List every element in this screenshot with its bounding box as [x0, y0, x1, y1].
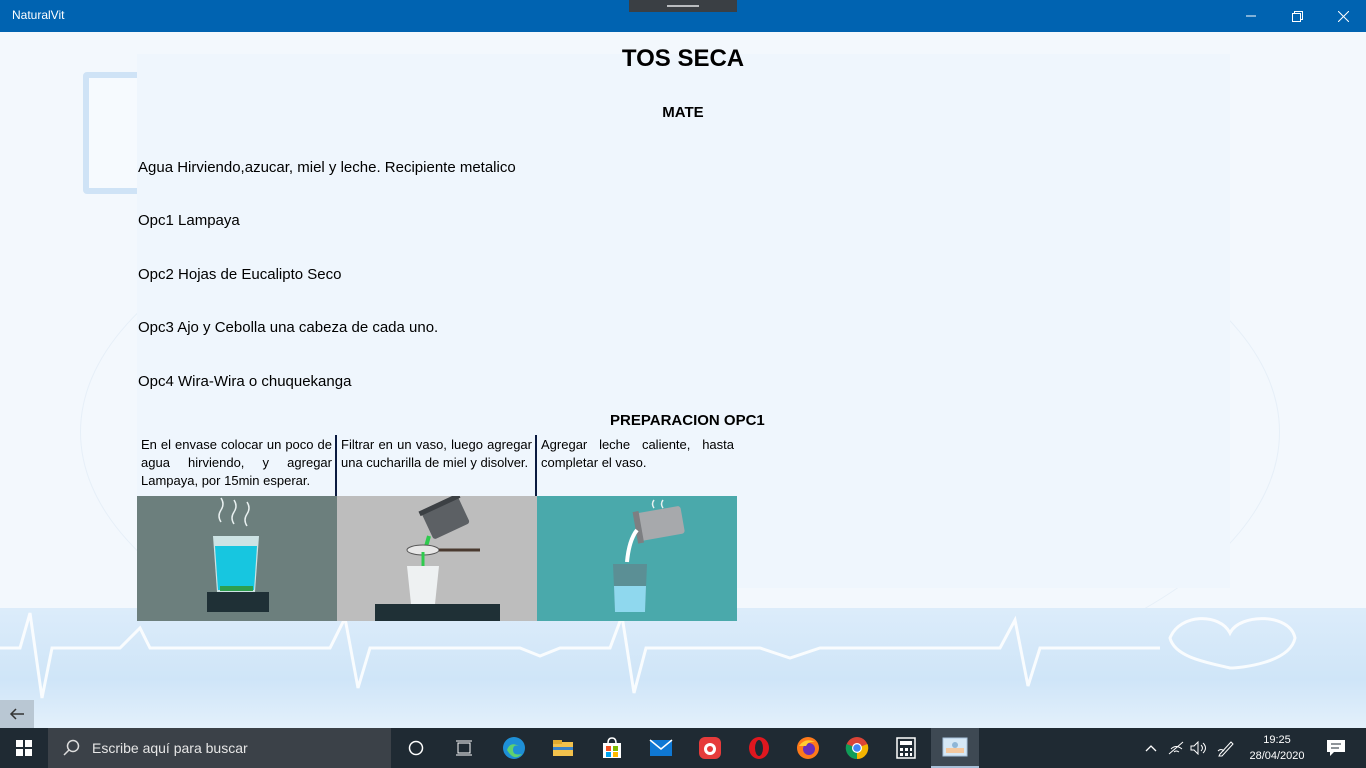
taskbar: Escribe aquí para buscar 19:25 28/04/202… — [0, 728, 1366, 768]
naturalvit-app-icon — [942, 737, 968, 757]
network-icon — [1168, 741, 1184, 755]
taskbar-app-naturalvit[interactable] — [931, 728, 979, 768]
preparation-title: PREPARACION OPC1 — [610, 412, 765, 429]
back-button[interactable] — [0, 700, 34, 728]
pen-workspace-button[interactable] — [1214, 728, 1238, 768]
start-button[interactable] — [0, 728, 48, 768]
section-title: MATE — [662, 104, 704, 121]
firefox-icon — [797, 737, 819, 759]
notification-icon — [1327, 740, 1345, 756]
taskbar-app-chrome[interactable] — [833, 728, 881, 768]
heartbeat-line-icon — [0, 610, 1297, 699]
back-arrow-icon — [9, 708, 24, 720]
taskbar-app-firefox[interactable] — [784, 728, 832, 768]
app-title: NaturalVit — [12, 8, 65, 22]
show-hidden-icons-button[interactable] — [1140, 728, 1162, 768]
action-center-button[interactable] — [1318, 728, 1354, 768]
volume-icon — [1190, 741, 1206, 755]
chevron-up-icon — [1145, 745, 1157, 752]
taskbar-app-opera[interactable] — [735, 728, 783, 768]
taskbar-app-red[interactable] — [686, 728, 734, 768]
app-red-icon — [699, 737, 721, 759]
ingredient-line: Opc1 Lampaya — [138, 212, 240, 229]
restore-icon — [1291, 10, 1303, 22]
page-title: TOS SECA — [621, 45, 745, 72]
edge-icon — [503, 737, 525, 759]
glass-on-stove-illustration — [137, 496, 337, 621]
clock-time: 19:25 — [1263, 734, 1291, 746]
restore-button[interactable] — [1274, 0, 1320, 32]
preparation-step-3: Agregar leche caliente, hasta completar … — [541, 437, 734, 470]
minimize-button[interactable] — [1228, 0, 1274, 32]
taskbar-clock[interactable]: 19:25 28/04/2020 — [1246, 732, 1308, 764]
pen-icon — [1217, 741, 1234, 757]
preparation-step-1: En el envase colocar un poco de agua hir… — [137, 435, 337, 496]
volume-button[interactable] — [1188, 728, 1210, 768]
close-icon — [1337, 10, 1349, 22]
close-button[interactable] — [1320, 0, 1366, 32]
opera-icon — [749, 737, 769, 759]
task-view-button[interactable] — [440, 728, 488, 768]
ingredient-line: Opc4 Wira-Wira o chuquekanga — [138, 373, 352, 390]
taskbar-app-file-explorer[interactable] — [539, 728, 587, 768]
taskbar-app-edge[interactable] — [490, 728, 538, 768]
task-view-icon — [456, 740, 472, 756]
heartbeat-band — [0, 608, 1366, 728]
cortana-icon — [408, 740, 424, 756]
mail-icon — [649, 739, 673, 756]
search-icon — [63, 739, 80, 756]
clock-date: 28/04/2020 — [1249, 750, 1305, 762]
file-explorer-icon — [553, 740, 573, 756]
scroll-handle[interactable] — [629, 0, 737, 12]
taskbar-search-box[interactable]: Escribe aquí para buscar — [48, 728, 391, 768]
preparation-step-2: Filtrar en un vaso, luego agregar una cu… — [337, 435, 537, 496]
chrome-icon — [845, 737, 869, 760]
pour-milk-illustration — [537, 496, 737, 621]
taskbar-app-calculator[interactable] — [882, 728, 930, 768]
minimize-icon — [1246, 15, 1256, 17]
ingredient-line: Opc2 Hojas de Eucalipto Seco — [138, 266, 342, 283]
search-placeholder: Escribe aquí para buscar — [92, 740, 248, 756]
windows-logo-icon — [16, 740, 32, 756]
network-button[interactable] — [1165, 728, 1187, 768]
taskbar-app-store[interactable] — [588, 728, 636, 768]
pour-through-strainer-illustration — [337, 496, 537, 621]
cortana-button[interactable] — [392, 728, 440, 768]
store-icon — [603, 737, 621, 758]
ingredient-line: Opc3 Ajo y Cebolla una cabeza de cada un… — [138, 319, 439, 336]
ingredient-line: Agua Hirviendo,azucar, miel y leche. Rec… — [138, 159, 516, 176]
taskbar-app-mail[interactable] — [637, 728, 685, 768]
calculator-icon — [896, 737, 916, 759]
